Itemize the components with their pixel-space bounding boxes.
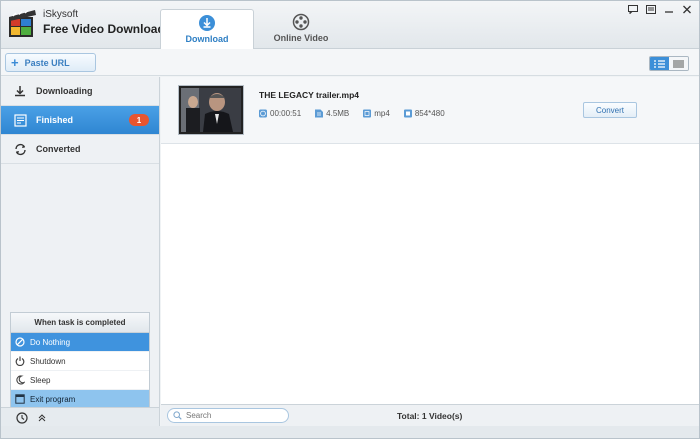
download-arrow-icon [13, 84, 27, 98]
resolution-icon [403, 109, 412, 118]
status-bar: Total: 1 Video(s) [161, 404, 699, 426]
duration: 00:00:51 [259, 109, 301, 118]
file-size-value: 4.5MB [326, 109, 350, 118]
app-window: iSkysoft Free Video Downloader Download … [0, 0, 700, 439]
resolution-value: 854*480 [414, 109, 445, 118]
finished-list-icon [13, 113, 27, 127]
exit-icon [15, 394, 25, 404]
task-completion-title: When task is completed [11, 313, 149, 333]
sidebar: Downloading Finished 1 Converted When ta… [1, 77, 160, 427]
file-icon [315, 109, 324, 118]
convert-icon [13, 142, 27, 156]
duration-value: 00:00:51 [270, 109, 302, 118]
option-label: Do Nothing [30, 337, 71, 347]
list-compact-icon[interactable] [669, 57, 688, 70]
title-bar: iSkysoft Free Video Downloader Download … [1, 1, 699, 50]
toolbar: + Paste URL [1, 49, 699, 76]
prohibited-icon [15, 337, 25, 347]
format: mp4 [363, 109, 390, 118]
plus-icon: + [11, 55, 19, 70]
moon-icon [15, 375, 25, 385]
list-detail-icon[interactable] [650, 57, 669, 70]
brand-product: Free Video Downloader [43, 22, 177, 36]
chat-icon[interactable] [627, 4, 639, 14]
list-item[interactable]: THE LEGACY trailer.mp4 00:00:51 4.5MB mp… [161, 77, 699, 144]
tab-online-video-label: Online Video [273, 33, 329, 43]
file-size: 4.5MB [315, 109, 349, 118]
window-controls [627, 4, 693, 14]
thumbnail-image-icon [181, 88, 241, 132]
brand: iSkysoft Free Video Downloader [43, 9, 176, 36]
clock-icon[interactable] [15, 411, 29, 425]
total-count: Total: 1 Video(s) [397, 411, 463, 421]
option-label: Shutdown [30, 356, 66, 366]
search-box[interactable] [167, 408, 289, 423]
finished-count-badge: 1 [129, 114, 149, 126]
paste-url-label: Paste URL [24, 57, 70, 68]
resolution: 854*480 [403, 109, 445, 118]
download-circle-icon [199, 15, 215, 31]
search-icon [173, 411, 182, 420]
tab-download[interactable]: Download [160, 9, 254, 50]
film-reel-icon [292, 13, 310, 31]
sidebar-item-finished[interactable]: Finished 1 [1, 106, 159, 135]
option-label: Sleep [30, 375, 51, 385]
sidebar-item-converted[interactable]: Converted [1, 135, 159, 164]
format-icon [363, 109, 372, 118]
tab-online-video[interactable]: Online Video [254, 9, 348, 49]
task-completion-panel: When task is completed Do Nothing Shutdo… [10, 312, 150, 410]
paste-url-button[interactable]: + Paste URL [5, 53, 96, 72]
video-list: THE LEGACY trailer.mp4 00:00:51 4.5MB mp… [161, 77, 699, 404]
convert-button[interactable]: Convert [583, 102, 637, 118]
app-logo-icon [9, 9, 36, 37]
clock-small-icon [259, 109, 267, 118]
sidebar-item-downloading[interactable]: Downloading [1, 77, 159, 106]
sidebar-item-label: Finished [36, 115, 74, 125]
menu-icon[interactable] [645, 4, 657, 14]
search-input[interactable] [186, 411, 281, 420]
view-mode-toggle [649, 56, 689, 71]
chevron-up-icon[interactable] [35, 411, 49, 425]
minimize-icon[interactable] [663, 4, 675, 14]
video-filename: THE LEGACY trailer.mp4 [259, 90, 359, 100]
sidebar-item-label: Downloading [36, 86, 93, 96]
brand-company: iSkysoft [43, 9, 79, 20]
format-value: mp4 [374, 109, 390, 118]
sidebar-footer [1, 407, 159, 427]
option-sleep[interactable]: Sleep [11, 371, 149, 390]
option-shutdown[interactable]: Shutdown [11, 352, 149, 371]
close-icon[interactable] [681, 4, 693, 14]
bottom-strip [1, 426, 699, 438]
tab-download-label: Download [185, 34, 229, 44]
sidebar-item-label: Converted [36, 144, 81, 154]
video-meta: 00:00:51 4.5MB mp4 854*480 [259, 109, 445, 118]
option-do-nothing[interactable]: Do Nothing [11, 333, 149, 352]
video-thumbnail[interactable] [178, 85, 244, 135]
power-icon [15, 356, 25, 366]
option-label: Exit program [30, 394, 76, 404]
